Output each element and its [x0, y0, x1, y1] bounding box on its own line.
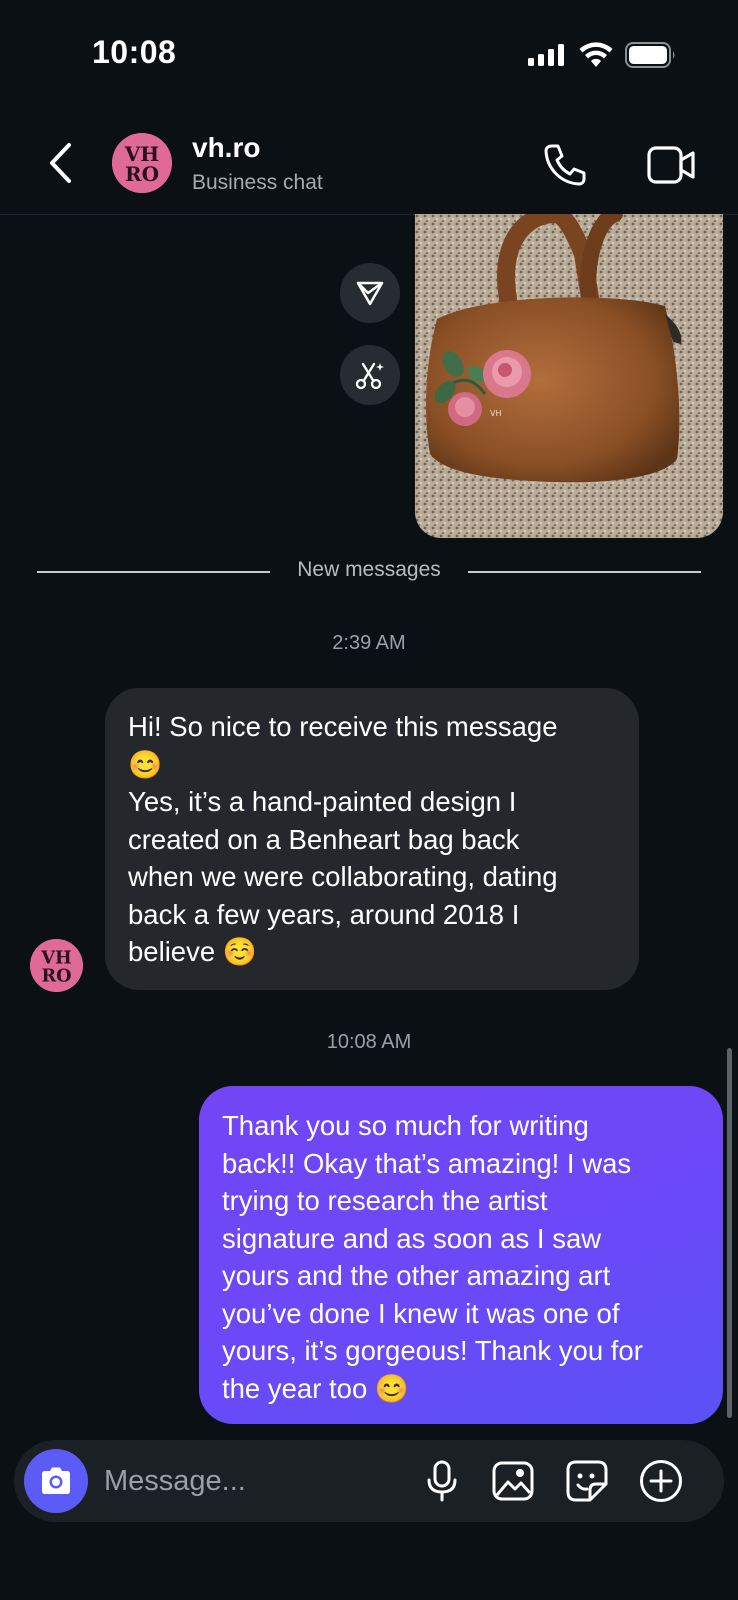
- svg-text:VH: VH: [490, 409, 502, 418]
- more-options-button[interactable]: [638, 1458, 684, 1504]
- image-icon: [492, 1461, 534, 1501]
- phone-icon: [544, 144, 586, 186]
- sticker-icon: [566, 1460, 608, 1502]
- chevron-left-icon: [50, 143, 71, 183]
- ai-scissors-icon: [355, 362, 384, 390]
- ai-restyle-button[interactable]: [340, 345, 400, 405]
- wifi-icon: [579, 42, 613, 68]
- message-timestamp: 2:39 AM: [332, 632, 406, 654]
- video-call-button[interactable]: [644, 140, 700, 190]
- voice-message-button[interactable]: [420, 1458, 464, 1504]
- gallery-button[interactable]: [490, 1458, 536, 1504]
- video-camera-icon: [647, 146, 695, 184]
- cellular-signal-icon: [528, 44, 568, 66]
- plus-icon: [640, 1460, 682, 1502]
- chat-title[interactable]: vh.ro: [192, 132, 260, 164]
- microphone-icon: [427, 1460, 457, 1502]
- camera-button[interactable]: [24, 1449, 88, 1513]
- svg-text:RO: RO: [125, 162, 159, 186]
- send-icon: [356, 281, 384, 306]
- outgoing-message-bubble[interactable]: Thank you so much for writing back!! Oka…: [199, 1086, 723, 1424]
- sender-avatar[interactable]: VH RO: [30, 939, 83, 992]
- back-button[interactable]: [40, 140, 80, 186]
- vh-ro-logo: VH RO: [30, 939, 83, 992]
- shared-photo-handbag[interactable]: VH: [415, 214, 723, 538]
- battery-icon: [625, 42, 677, 68]
- message-timestamp: 10:08 AM: [326, 1031, 412, 1053]
- call-button[interactable]: [538, 138, 592, 192]
- scrollbar[interactable]: [727, 1048, 732, 1418]
- divider-line-right: [468, 571, 701, 573]
- sticker-button[interactable]: [564, 1458, 610, 1504]
- chat-subtitle: Business chat: [192, 171, 323, 194]
- incoming-message-bubble[interactable]: Hi! So nice to receive this message 😊 Ye…: [105, 688, 639, 990]
- status-time: 10:08: [92, 34, 177, 70]
- share-button[interactable]: [340, 263, 400, 323]
- contact-avatar[interactable]: VH RO: [112, 133, 172, 193]
- message-input[interactable]: [104, 1456, 404, 1506]
- new-messages-divider: New messages: [297, 558, 441, 581]
- svg-text:RO: RO: [41, 965, 71, 986]
- vh-ro-logo: VH RO: [112, 133, 172, 193]
- camera-icon: [42, 1467, 70, 1494]
